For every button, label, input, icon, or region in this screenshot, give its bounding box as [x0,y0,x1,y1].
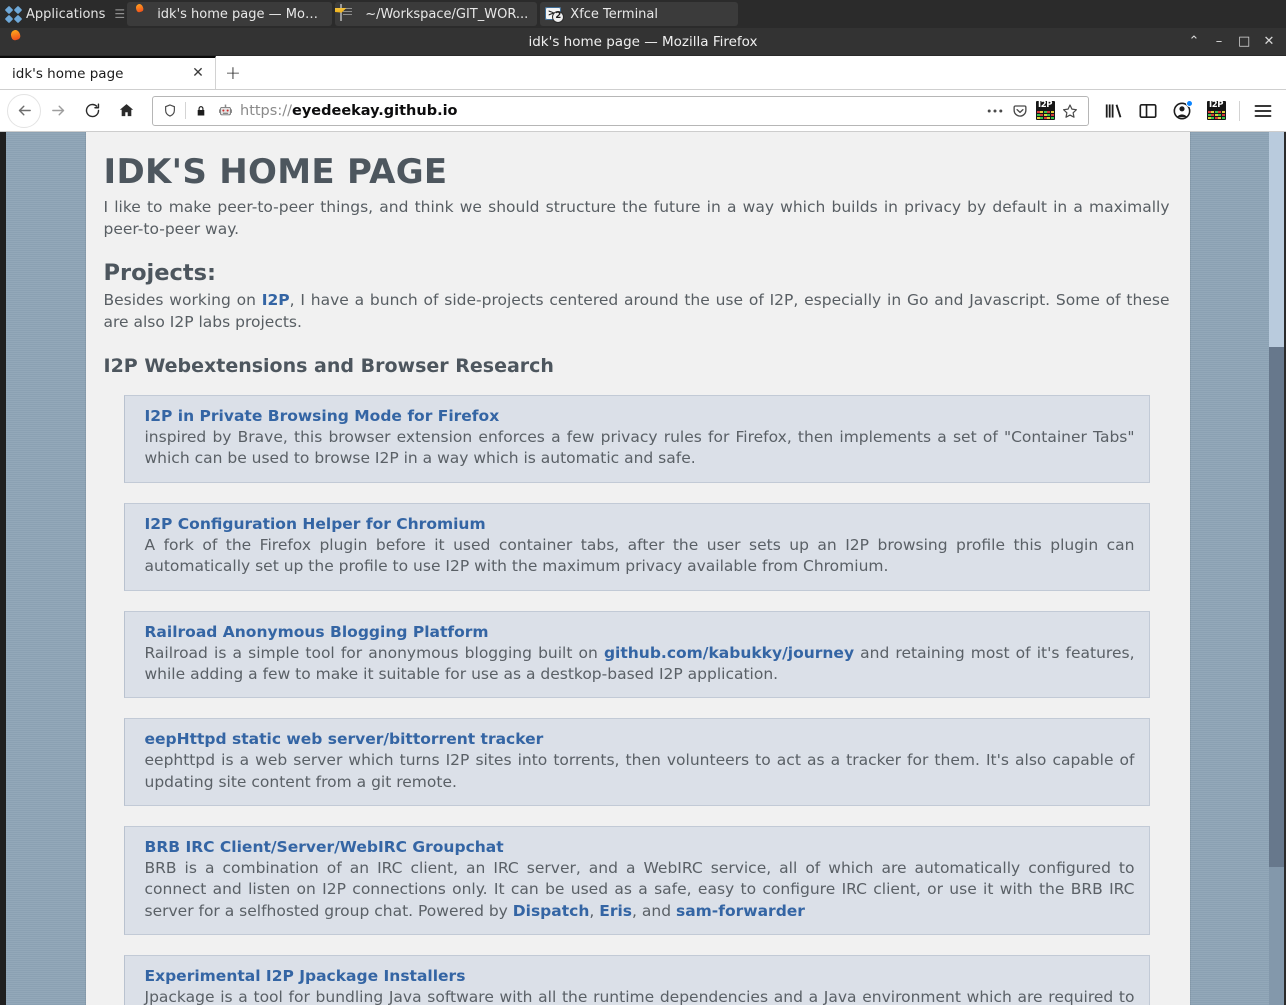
page-actions-icon[interactable] [983,100,1007,122]
url-bar[interactable]: https://eyedeekay.github.io I2P [152,95,1089,126]
browser-toolbar-actions: I2P [1098,95,1279,127]
text-editor-icon [340,4,358,23]
project-card-description: eephttpd is a web server which turns I2P… [144,751,1135,791]
maximize-window-button[interactable]: □ [1238,35,1250,48]
url-host: eyedeekay.github.io [291,102,458,119]
xfce-taskbar: Applications ☰ idk's home page — Moz... … [0,0,1286,28]
applications-icon [4,5,23,23]
project-card-description: BRB is a combination of an IRC client, a… [145,858,1135,922]
taskbar-item-label: ~/Workspace/GIT_WOR... [365,6,529,22]
account-notification-dot [1186,99,1193,107]
projects-intro-part1: Besides working on [103,291,262,310]
project-card-title-link[interactable]: I2P in Private Browsing Mode for Firefox [145,407,1135,425]
robot-icon[interactable] [213,100,237,122]
project-card: I2P in Private Browsing Mode for Firefox… [123,395,1150,483]
back-button[interactable] [7,93,41,128]
new-tab-button[interactable]: + [216,56,250,89]
window-controls: ⌃ – □ ✕ [1188,35,1286,48]
project-card-description: inspired by Brave, this browser extensio… [144,428,1135,468]
project-card: Railroad Anonymous Blogging Platform Rail… [123,610,1150,699]
taskbar-item-editor[interactable]: ~/Workspace/GIT_WOR... [335,2,538,26]
scrollbar-track-upper[interactable] [1269,132,1284,347]
reload-button[interactable] [75,94,109,128]
app-menu-button[interactable] [1247,95,1279,127]
inline-link[interactable]: github.com/kabukky/journey [604,644,854,662]
terminal-icon: >_2 [545,5,565,23]
applications-menu-label: Applications [26,6,106,22]
taskbar-item-label: idk's home page — Moz... [157,6,324,22]
i2p-indicator-icon[interactable]: I2P [1033,100,1057,122]
lock-icon[interactable] [189,100,213,122]
library-button[interactable] [1098,95,1130,127]
firefox-icon [6,32,26,52]
project-card-list: I2P in Private Browsing Mode for Firefox… [104,395,1170,1005]
window-titlebar: idk's home page — Mozilla Firefox ⌃ – □ … [0,28,1286,56]
close-window-button[interactable]: ✕ [1263,35,1275,48]
project-card-title-link[interactable]: eepHttpd static web server/bittorrent tr… [145,730,1135,748]
close-icon[interactable]: ✕ [189,65,207,83]
projects-heading: Projects: [103,260,217,287]
page-lede: I like to make peer-to-peer things, and … [103,198,1170,239]
bookmark-star-icon[interactable] [1058,100,1082,122]
firefox-window: idk's home page — Mozilla Firefox ⌃ – □ … [0,28,1286,1005]
i2p-badge-label: I2P [1037,101,1053,110]
account-button[interactable] [1166,95,1198,127]
scrollbar-thumb[interactable] [1269,347,1284,867]
minimize-window-button[interactable]: – [1213,35,1225,48]
shade-window-button[interactable]: ⌃ [1188,35,1200,48]
panel-handle-icon: ☰ [114,7,125,21]
project-card-description: A fork of the Firefox plugin before it u… [144,535,1135,576]
description-text: Railroad is a simple tool for anonymous … [144,643,604,662]
home-button[interactable] [109,94,143,128]
project-card-title-link[interactable]: I2P Configuration Helper for Chromium [145,515,1135,533]
applications-menu-button[interactable]: Applications [2,1,111,27]
section-heading-webextensions: I2P Webextensions and Browser Research [103,355,554,378]
project-card-description: Jpackage is a tool for bundling Java sof… [144,988,1135,1005]
tab-title: idk's home page [12,65,124,82]
page-scrollbar[interactable] [1269,132,1284,1005]
description-text: , and [632,901,676,920]
inline-link[interactable]: Dispatch [513,902,590,920]
terminal-count-badge: 2 [552,11,565,23]
page-scroll-area: IDK'S HOME PAGE I like to make peer-to-p… [6,132,1269,1005]
project-card-title-link[interactable]: Experimental I2P Jpackage Installers [145,967,1135,985]
page-content: IDK'S HOME PAGE I like to make peer-to-p… [85,132,1190,1005]
taskbar-item-firefox[interactable]: idk's home page — Moz... [127,2,333,26]
i2p-toolbar-button[interactable]: I2P [1200,95,1232,127]
firefox-icon [132,5,150,23]
tabstrip-empty-area [250,56,1286,89]
project-card-title-link[interactable]: Railroad Anonymous Blogging Platform [145,623,1135,641]
urlbar-divider [185,102,186,119]
inline-link[interactable]: sam-forwarder [676,902,805,920]
tab-strip: idk's home page ✕ + [0,56,1286,90]
i2p-badge-label: I2P [1208,101,1224,110]
taskbar-item-label: Xfce Terminal [570,6,658,22]
description-text: , [589,901,600,920]
scrollbar-track-lower[interactable] [1269,867,1284,1005]
project-card-title-link[interactable]: BRB IRC Client/Server/WebIRC Groupchat [145,838,1135,856]
project-card-description: Railroad is a simple tool for anonymous … [145,643,1135,686]
navigation-toolbar: https://eyedeekay.github.io I2P I2P [0,90,1286,132]
url-text[interactable]: https://eyedeekay.github.io [240,103,983,119]
taskbar-item-terminal[interactable]: >_2 Xfce Terminal [540,2,739,26]
shield-icon[interactable] [158,100,182,122]
project-card: I2P Configuration Helper for Chromium A f… [123,502,1150,591]
urlbar-actions: I2P [983,100,1082,122]
project-card: Experimental I2P Jpackage Installers Jpac… [123,955,1150,1005]
inline-link[interactable]: Eris [599,902,632,920]
browser-tab[interactable]: idk's home page ✕ [0,56,216,89]
forward-button[interactable] [41,94,75,128]
i2p-link[interactable]: I2P [262,291,290,309]
pocket-icon[interactable] [1008,100,1032,122]
projects-intro: Besides working on I2P, I have a bunch o… [104,289,1170,333]
browser-viewport: IDK'S HOME PAGE I like to make peer-to-p… [0,132,1286,1005]
toolbar-divider [1239,100,1240,121]
sidebar-button[interactable] [1132,95,1164,127]
project-card: BRB IRC Client/Server/WebIRC Groupchat BR… [123,826,1150,936]
project-card: eepHttpd static web server/bittorrent tr… [123,718,1150,807]
window-title: idk's home page — Mozilla Firefox [528,33,758,50]
page-title: IDK'S HOME PAGE [103,152,448,192]
